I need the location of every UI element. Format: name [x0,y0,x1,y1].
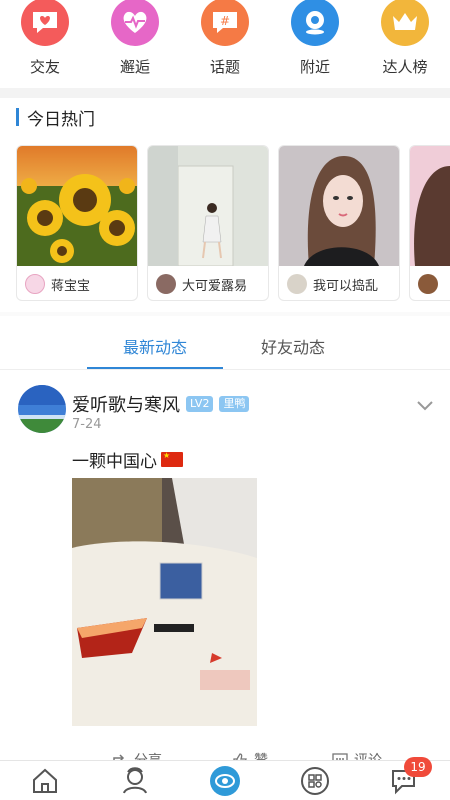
hot-card[interactable]: 我可以捣乱 [278,145,400,301]
card-username: 我可以捣乱 [313,278,379,294]
svg-text:#: # [220,14,230,28]
card-footer: 大可爱露易 [148,266,268,300]
level-badge: LV2 [186,396,214,412]
card-footer: 我可以捣乱 [279,266,399,300]
home-icon [33,768,57,793]
card-footer: 蒋宝宝 [17,266,137,300]
post-username[interactable]: 爱听歌与寒风 [72,391,180,417]
post-time: 7-24 [72,417,102,432]
location-icon [291,0,339,46]
hashtag-icon: # [201,0,249,46]
feed-tabs: 最新动态 好友动态 [0,322,450,370]
category-label: 附近 [299,58,330,76]
avatar [418,274,438,294]
post-text: 一颗中国心 [72,452,157,472]
heart-chat-icon [21,0,69,46]
category-label: 达人榜 [382,58,428,76]
category-fujin[interactable]: 附近 [270,0,360,88]
nav-discover[interactable] [298,765,332,797]
avatar [287,274,307,294]
section-divider [0,88,450,98]
category-jiaoyou[interactable]: 交友 [0,0,90,88]
hot-card[interactable]: 蒋宝宝 [16,145,138,301]
avatar [25,274,45,294]
category-huati[interactable]: # 话题 [180,0,270,88]
nav-friends[interactable] [118,765,152,797]
nav-home[interactable] [28,765,62,797]
card-footer [410,266,450,300]
hot-cards-carousel[interactable]: 蒋宝宝 大可爱露易 我可以捣乱 [16,145,450,305]
post-image[interactable] [72,478,257,726]
card-photo-mirror-selfie [148,146,268,266]
post-user-line: 爱听歌与寒风 LV2 里鸭 [72,391,250,417]
card-photo-partial [410,146,450,266]
hot-title-text: 今日热门 [27,109,95,130]
card-username: 大可爱露易 [182,278,248,294]
hot-section-title: 今日热门 [16,106,95,130]
grid-apps-icon [301,767,329,795]
category-xiehou[interactable]: 邂逅 [90,0,180,88]
tag-badge: 里鸭 [219,396,250,412]
category-label: 交友 [29,58,60,76]
tab-friends[interactable]: 好友动态 [261,334,325,358]
heartbeat-icon [111,0,159,46]
people-icon [123,767,147,794]
nav-feed[interactable] [208,765,242,797]
card-photo-portrait [279,146,399,266]
bottom-nav: 19 [0,757,450,800]
unread-messages-badge: 19 [404,757,432,777]
hot-card[interactable]: 大可爱露易 [147,145,269,301]
avatar [156,274,176,294]
avatar[interactable] [18,385,66,433]
feed-active-icon [210,766,240,796]
hot-card[interactable] [409,145,450,301]
category-label: 邂逅 [119,58,150,76]
china-flag-icon [161,451,183,467]
card-username: 蒋宝宝 [51,278,91,294]
post-content: 一颗中国心 [72,447,183,472]
section-divider [0,312,450,316]
category-row: 交友 邂逅 # 话题 附近 达人榜 [0,0,450,88]
category-darenbang[interactable]: 达人榜 [360,0,450,88]
tab-latest[interactable]: 最新动态 [123,334,187,358]
card-photo-sunflowers [17,146,137,266]
category-label: 话题 [209,58,240,76]
title-accent-bar [16,108,19,126]
crown-icon [381,0,429,46]
tabs-divider [0,369,450,370]
chevron-down-icon[interactable] [416,398,434,412]
